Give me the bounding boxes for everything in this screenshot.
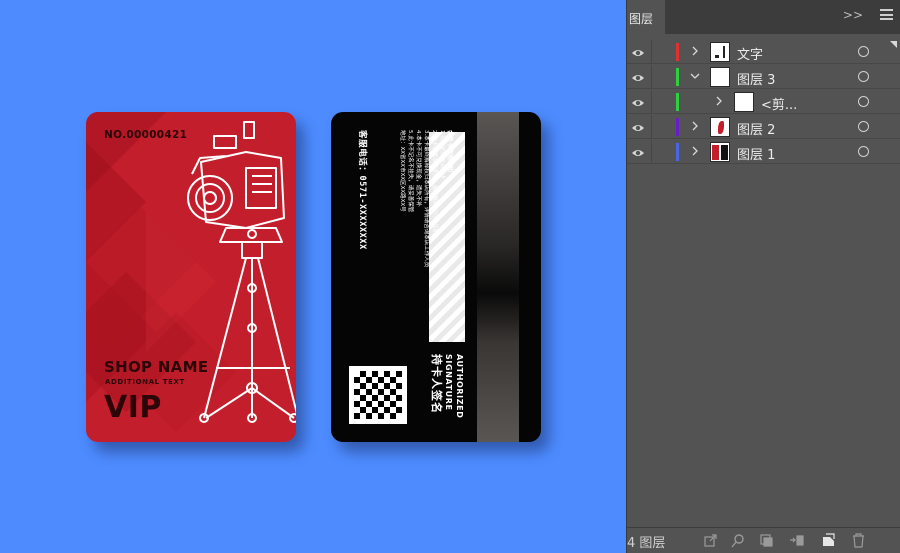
layer-name[interactable]: 文字 [737, 44, 763, 63]
vip-card-front[interactable]: NO.00000421 SHOP NAME ADDITIONAL TEXT VI… [86, 112, 296, 442]
magnetic-stripe [477, 112, 519, 442]
export-icon[interactable] [703, 533, 718, 548]
selection-indicator [890, 41, 897, 48]
target-circle-icon[interactable] [858, 71, 869, 82]
layer-thumbnail [734, 92, 754, 112]
shop-name: SHOP NAME [104, 358, 209, 376]
card-number: NO.00000421 [104, 129, 188, 141]
panel-tab-bar: 图层 >> [627, 0, 900, 34]
chevron-right-icon[interactable] [689, 119, 701, 133]
trash-icon[interactable] [851, 533, 866, 548]
layer-thumbnail [710, 117, 730, 137]
column-divider [651, 40, 652, 64]
column-divider [651, 90, 652, 114]
column-divider [651, 115, 652, 139]
layer-row[interactable]: 图层 1 [627, 140, 900, 164]
target-circle-icon[interactable] [858, 146, 869, 157]
rule-item: 2.本卡仅限本店使用，最终解释权归本店所有 [431, 130, 437, 240]
layer-row[interactable]: 图层 2 [627, 115, 900, 139]
tab-layers[interactable]: 图层 [627, 0, 665, 34]
layer-row[interactable]: <剪... [627, 90, 900, 114]
search-icon[interactable] [731, 533, 746, 548]
layer-color-swatch [676, 118, 679, 136]
vip-card-back[interactable]: 会员卡使用须知 1.结账前请出示此卡 2.本卡仅限本店使用，最终解释权归本店所有… [331, 112, 541, 442]
layer-color-swatch [676, 43, 679, 61]
rule-item: 1.结账前请出示此卡 [439, 130, 445, 180]
authorized-line-1: AUTHORIZED [455, 354, 464, 419]
chevron-right-icon[interactable] [713, 94, 725, 108]
layer-thumbnail [710, 42, 730, 62]
rule-item: 3.本卡最终解释权归本店所有，详情请咨询本店工作人员 [423, 130, 429, 268]
target-circle-icon[interactable] [858, 46, 869, 57]
layer-count: 4 图层 [627, 536, 666, 551]
visibility-eye-icon[interactable] [631, 95, 645, 109]
layer-name[interactable]: 图层 3 [737, 69, 775, 88]
visibility-eye-icon[interactable] [631, 145, 645, 159]
column-divider [651, 140, 652, 164]
layer-name[interactable]: 图层 1 [737, 144, 775, 163]
visibility-eye-icon[interactable] [631, 45, 645, 59]
authorized-signature-label: AUTHORIZED SIGNATURE [443, 354, 465, 418]
artboard-canvas[interactable]: NO.00000421 SHOP NAME ADDITIONAL TEXT VI… [0, 0, 626, 553]
chevron-down-icon[interactable] [689, 69, 701, 83]
layers-panel: 图层 >> 文字图层 3 <剪... 图层 2 图层 1 4 图层 [626, 0, 900, 553]
layer-color-swatch [676, 68, 679, 86]
layer-thumbnail [710, 67, 730, 87]
target-circle-icon[interactable] [858, 121, 869, 132]
column-divider [651, 65, 652, 89]
rules-title: 会员卡使用须知 [446, 130, 453, 173]
new-layer-icon[interactable] [821, 533, 836, 548]
chevron-right-icon[interactable] [689, 144, 701, 158]
layer-name[interactable]: 图层 2 [737, 119, 775, 138]
rule-item: 4.本卡不可兑换现金，遗失不补 [415, 130, 421, 207]
visibility-eye-icon[interactable] [631, 120, 645, 134]
layer-row[interactable]: 图层 3 [627, 65, 900, 89]
move-selection-icon[interactable] [789, 533, 804, 548]
layer-thumbnail [710, 142, 730, 162]
address-line: 地址：XX省XX市XX区XX路XX号 [399, 130, 405, 212]
target-circle-icon[interactable] [858, 96, 869, 107]
vip-label: VIP [104, 390, 162, 425]
qr-code [349, 366, 407, 424]
card-rules: 会员卡使用须知 1.结账前请出示此卡 2.本卡仅限本店使用，最终解释权归本店所有… [359, 130, 463, 290]
layer-color-swatch [676, 93, 679, 111]
signature-label-cn: 持卡人签名 [430, 354, 443, 414]
panel-menu-icon[interactable] [880, 9, 893, 20]
panel-footer: 4 图层 [627, 527, 900, 553]
rule-item: 5.此卡不记名不挂失，请妥善保管 [407, 130, 413, 213]
chevron-right-icon[interactable] [689, 44, 701, 58]
visibility-eye-icon[interactable] [631, 70, 645, 84]
video-camera-illustration [187, 121, 296, 423]
clip-mask-icon[interactable] [759, 533, 774, 548]
additional-text: ADDITIONAL TEXT [105, 378, 185, 386]
collapse-panel-button[interactable]: >> [843, 8, 863, 22]
service-phone: 客服电话：0571-XXXXXXXX [357, 130, 367, 250]
layer-row[interactable]: 文字 [627, 40, 900, 64]
layer-name[interactable]: <剪... [761, 94, 797, 113]
layer-color-swatch [676, 143, 679, 161]
